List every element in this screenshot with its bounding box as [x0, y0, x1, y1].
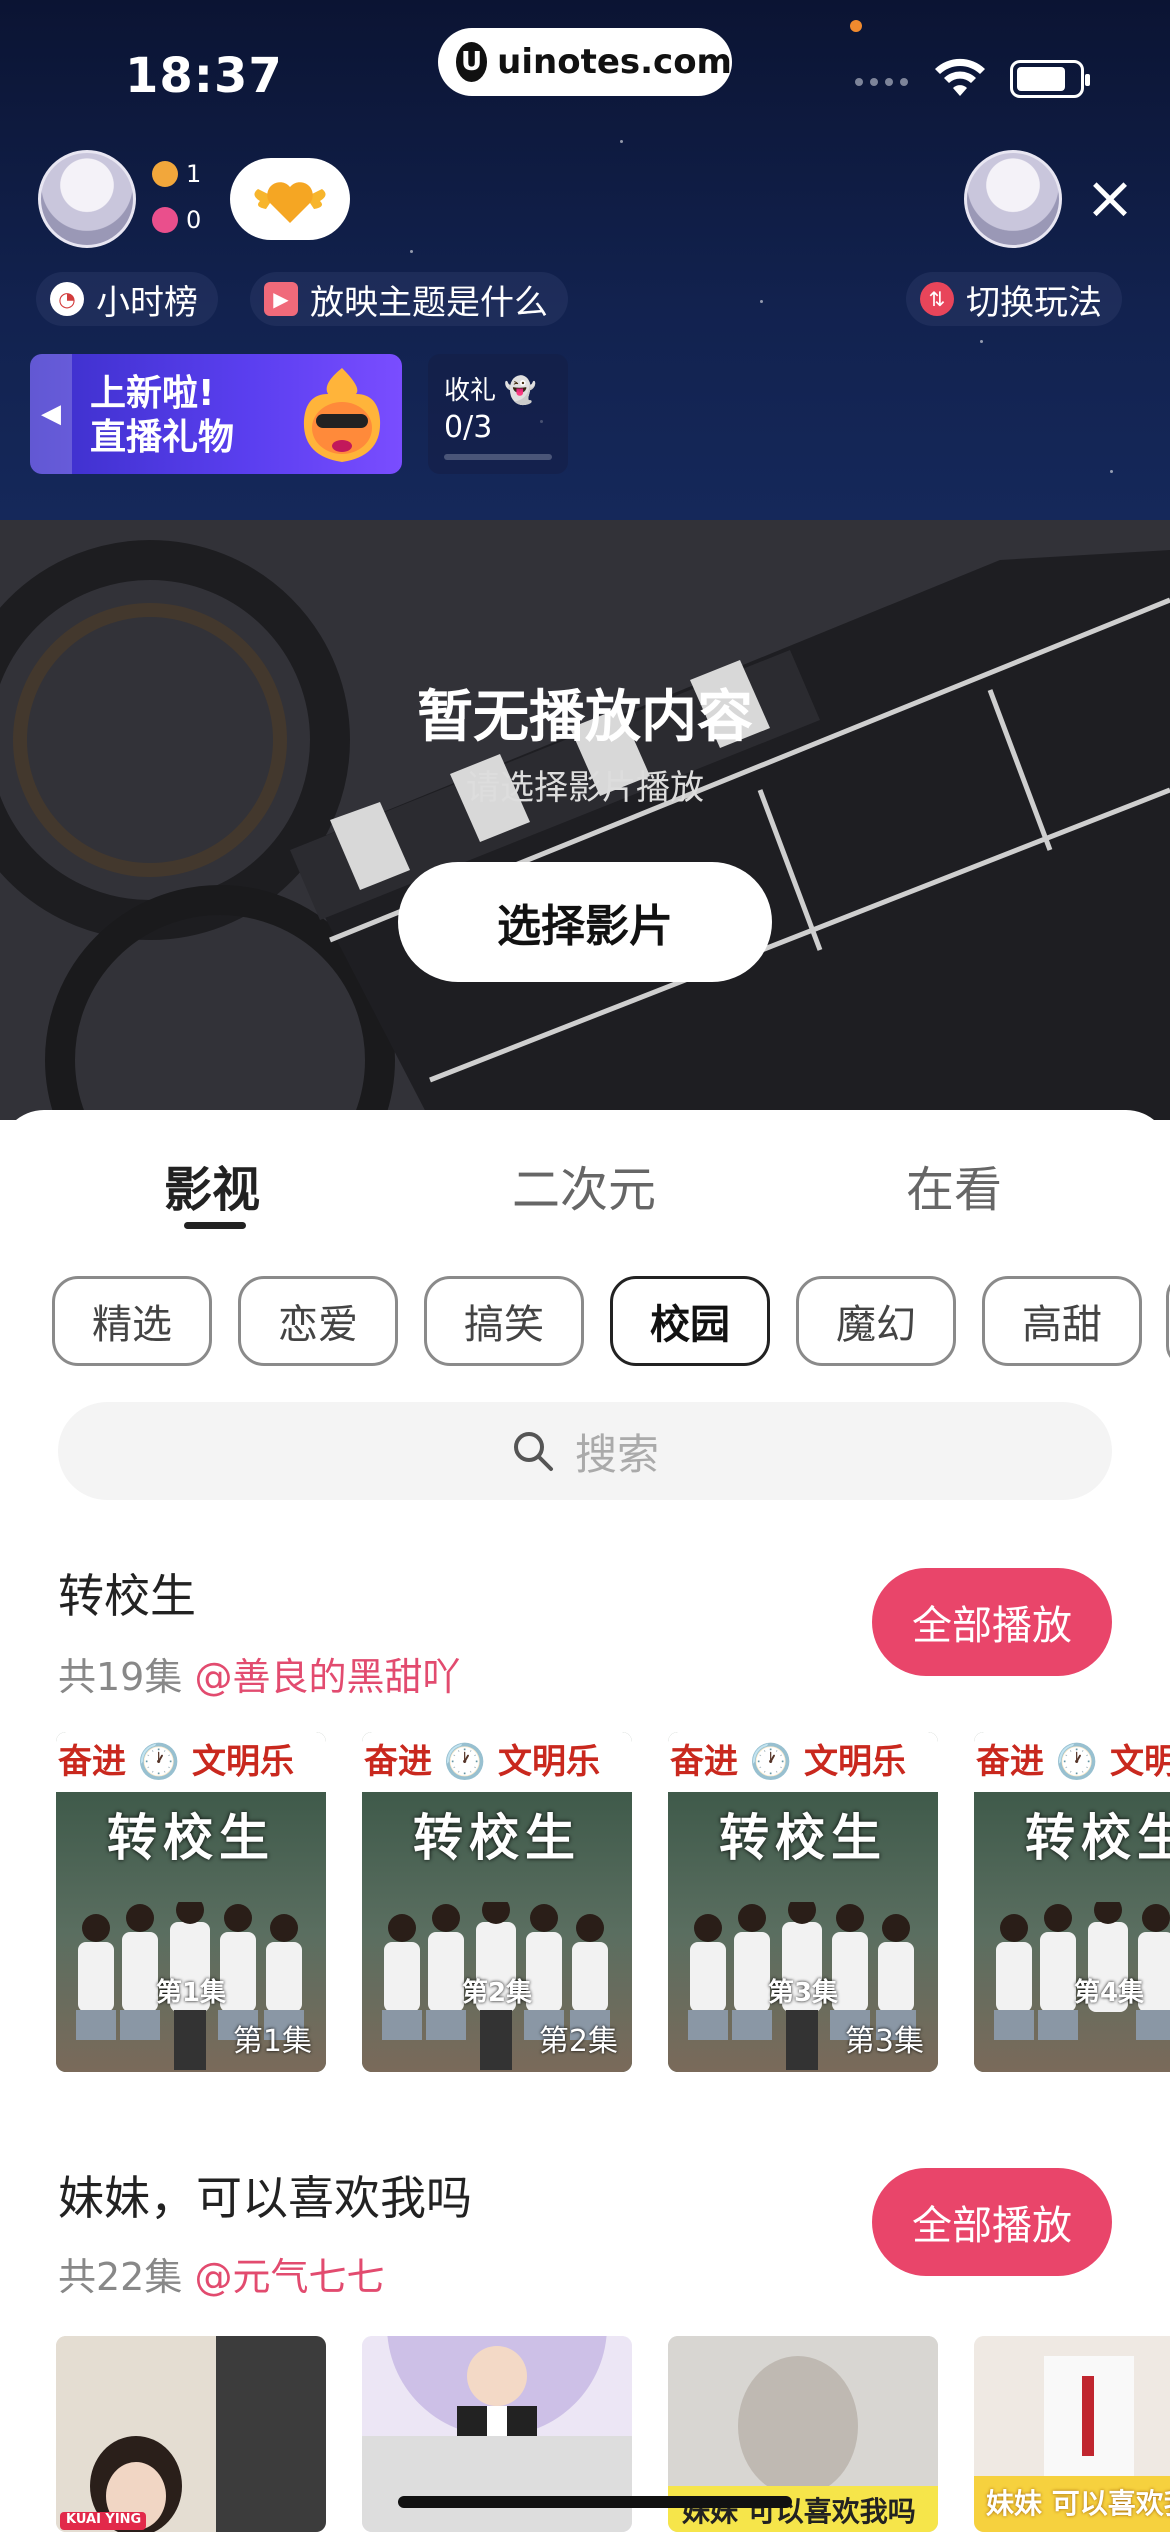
gift-task-label: 收礼: [444, 376, 497, 406]
episode-caption: 第4集: [1073, 1978, 1145, 2008]
gift-progress-bar: [444, 454, 552, 460]
drama-still-image: [56, 2336, 326, 2532]
clapperboard-background: [0, 520, 1170, 1120]
category-fantasy[interactable]: 魔幻: [796, 1276, 956, 1366]
user-icon: [152, 161, 178, 187]
battery-icon: [1010, 60, 1090, 98]
uinotes-logo-icon: U: [456, 42, 488, 82]
live-room-header: 18:37 U uinotes.com 1 0 × ◔ 小时榜 ▶ 放映主题是什…: [0, 0, 1170, 520]
episode-caption: 第1集: [155, 1978, 227, 2008]
cellular-signal-icon: [855, 78, 908, 86]
category-campus[interactable]: 校园: [610, 1276, 770, 1366]
banner-line-1: 上新啦!: [90, 373, 215, 414]
episode-count: 共19集: [58, 1655, 183, 1699]
clock-icon: ◔: [50, 282, 84, 316]
episode-thumbnail[interactable]: 奋进 🕐 文明乐 转校生 第1集 第1集: [56, 1732, 326, 2072]
episode-label: 第3集: [844, 2024, 924, 2059]
recording-dot-icon: [850, 20, 862, 32]
empty-subtitle: 请选择影片播放: [466, 768, 704, 808]
thumb-banner: 奋进 🕐 文明乐: [56, 1732, 326, 1792]
episode-thumbnail[interactable]: 奋进 🕐 文明乐 转校生 第2集 第2集: [362, 1732, 632, 2072]
thumb-title: 转校生: [413, 1809, 581, 1867]
gift-heart-button[interactable]: [230, 158, 350, 240]
star-decoration: [620, 140, 623, 143]
category-sweet[interactable]: 高甜: [982, 1276, 1142, 1366]
author-link[interactable]: @善良的黑甜吖: [194, 1655, 460, 1699]
section-title: 转校生: [58, 1569, 196, 1623]
banner-line-2: 直播礼物: [90, 417, 235, 458]
empty-title: 暂无播放内容: [417, 685, 753, 750]
episode-count: 共22集: [58, 2255, 183, 2299]
category-comedy[interactable]: 搞笑: [424, 1276, 584, 1366]
thumb-banner: 奋进 🕐 文明乐: [668, 1732, 938, 1792]
thumb-banner: 奋进 🕐 文明乐: [974, 1732, 1170, 1792]
thumb-title: 转校生: [107, 1809, 275, 1867]
episode-thumbnail[interactable]: KUAI YING: [56, 2336, 326, 2532]
episode-thumbnail[interactable]: 妹妹 可以喜欢我吗: [974, 2336, 1170, 2532]
heart-icon: [152, 207, 178, 233]
film-picker-sheet: 影视 二次元 在看 精选 恋爱 搞笑 校园 魔幻 高甜 搜索 转校生 共19集 …: [0, 1110, 1170, 2532]
category-more[interactable]: [1166, 1276, 1170, 1366]
status-time: 18:37: [125, 48, 283, 104]
search-placeholder: 搜索: [574, 1429, 659, 1479]
gift-task-card[interactable]: 收礼 👻 0/3: [428, 354, 568, 474]
like-count: 0: [152, 206, 201, 234]
episode-label: 第1集: [232, 2024, 312, 2059]
thumb-banner: 奋进 🕐 文明乐: [362, 1732, 632, 1792]
hour-rank-chip[interactable]: ◔ 小时榜: [36, 272, 218, 326]
star-decoration: [980, 340, 983, 343]
episode-caption: 第2集: [461, 1978, 533, 2008]
section-title: 妹妹，可以喜欢我吗: [58, 2171, 472, 2225]
audience-count: 1: [152, 160, 201, 188]
url-pill: U uinotes.com: [438, 28, 732, 96]
screening-topic-chip[interactable]: ▶ 放映主题是什么: [250, 272, 568, 326]
switch-mode-chip[interactable]: ⇅ 切换玩法: [906, 272, 1122, 326]
empty-player-hero: 暂无播放内容 请选择影片播放 选择影片: [0, 520, 1170, 1120]
play-all-button[interactable]: 全部播放: [872, 1568, 1112, 1676]
winged-heart-icon: [254, 182, 326, 223]
tab-indicator: [184, 1222, 246, 1229]
play-all-button[interactable]: 全部播放: [872, 2168, 1112, 2276]
search-input[interactable]: 搜索: [58, 1402, 1112, 1500]
home-indicator[interactable]: [398, 2496, 792, 2508]
host-avatar[interactable]: [38, 150, 136, 248]
tab-anime[interactable]: 二次元: [512, 1150, 656, 1220]
film-icon: ▶: [264, 282, 298, 316]
section-meta: 共22集 @元气七七: [58, 2246, 384, 2301]
tab-watching[interactable]: 在看: [906, 1150, 1002, 1220]
wifi-icon: [935, 58, 985, 96]
star-decoration: [410, 250, 413, 253]
episode-thumbnail[interactable]: 奋进 🕐 文明乐 转校生 第4集: [974, 1732, 1170, 2072]
thumb-title: 转校生: [1025, 1809, 1170, 1867]
episode-thumbnail[interactable]: 奋进 🕐 文明乐 转校生 第3集 第3集: [668, 1732, 938, 2072]
category-featured[interactable]: 精选: [52, 1276, 212, 1366]
switch-icon: ⇅: [920, 282, 954, 316]
star-decoration: [760, 300, 763, 303]
section-meta: 共19集 @善良的黑甜吖: [58, 1646, 460, 1701]
gift-task-progress: 0/3: [444, 410, 493, 445]
episode-label: 第2集: [538, 2024, 618, 2059]
search-icon: [513, 1432, 553, 1471]
category-romance[interactable]: 恋爱: [238, 1276, 398, 1366]
chevron-left-icon: ◀: [30, 354, 72, 474]
ghost-icon: 👻: [504, 376, 537, 406]
new-gift-banner[interactable]: ◀ 上新啦! 直播礼物: [30, 354, 402, 474]
select-film-button[interactable]: 选择影片: [398, 862, 772, 982]
thumb-title: 转校生: [719, 1809, 887, 1867]
guest-avatar[interactable]: [964, 150, 1062, 248]
tab-film[interactable]: 影视: [164, 1150, 260, 1220]
kuaiying-badge: KUAI YING: [66, 2512, 142, 2527]
close-icon[interactable]: ×: [1082, 168, 1138, 228]
flame-mascot-icon: [303, 368, 381, 462]
thumb-caption: 妹妹 可以喜欢我吗: [986, 2487, 1170, 2520]
star-decoration: [1110, 470, 1113, 473]
episode-caption: 第3集: [767, 1978, 839, 2008]
author-link[interactable]: @元气七七: [194, 2255, 384, 2299]
url-text: uinotes.com: [497, 42, 732, 82]
